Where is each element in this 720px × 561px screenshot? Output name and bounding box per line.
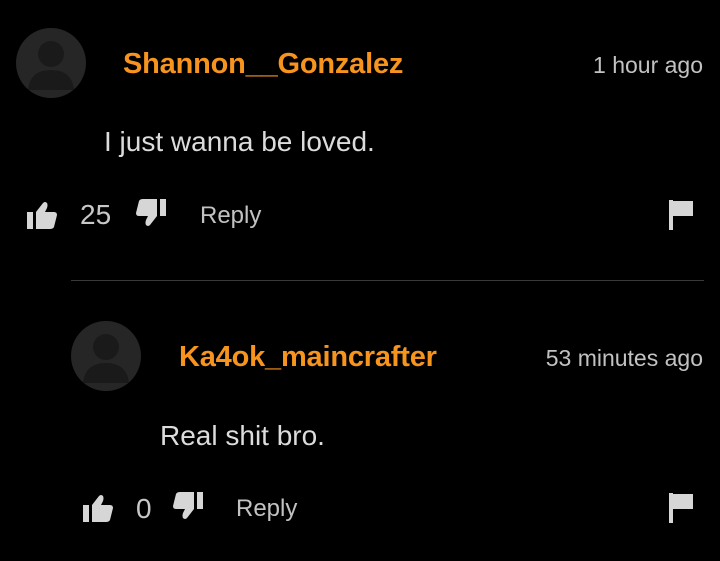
thumbs-up-icon: [83, 495, 113, 522]
comment-text: Real shit bro.: [160, 420, 325, 451]
report-button[interactable]: [667, 491, 697, 525]
flag-icon: [669, 200, 693, 230]
report-button[interactable]: [667, 198, 697, 232]
username[interactable]: Shannon__Gonzalez: [123, 48, 403, 81]
username[interactable]: Ka4ok_maincrafter: [179, 341, 437, 374]
like-count: 0: [136, 493, 152, 524]
reply-button[interactable]: Reply: [236, 495, 297, 523]
comment-text: I just wanna be loved.: [104, 126, 375, 157]
divider: [71, 280, 704, 281]
avatar-icon: [28, 41, 74, 90]
like-count: 25: [80, 199, 112, 230]
avatar[interactable]: [16, 28, 86, 98]
timestamp: 1 hour ago: [593, 52, 703, 78]
like-button[interactable]: [81, 491, 115, 525]
timestamp: 53 minutes ago: [545, 345, 703, 371]
like-button[interactable]: [25, 198, 59, 232]
reply-button[interactable]: Reply: [200, 202, 261, 230]
dislike-button[interactable]: [171, 489, 205, 523]
flag-icon: [669, 493, 693, 523]
thumbs-up-icon: [27, 202, 57, 229]
thumbs-down-icon: [173, 492, 203, 519]
avatar-icon: [83, 334, 129, 383]
avatar[interactable]: [71, 321, 141, 391]
dislike-button[interactable]: [134, 196, 168, 230]
thumbs-down-icon: [136, 199, 166, 226]
